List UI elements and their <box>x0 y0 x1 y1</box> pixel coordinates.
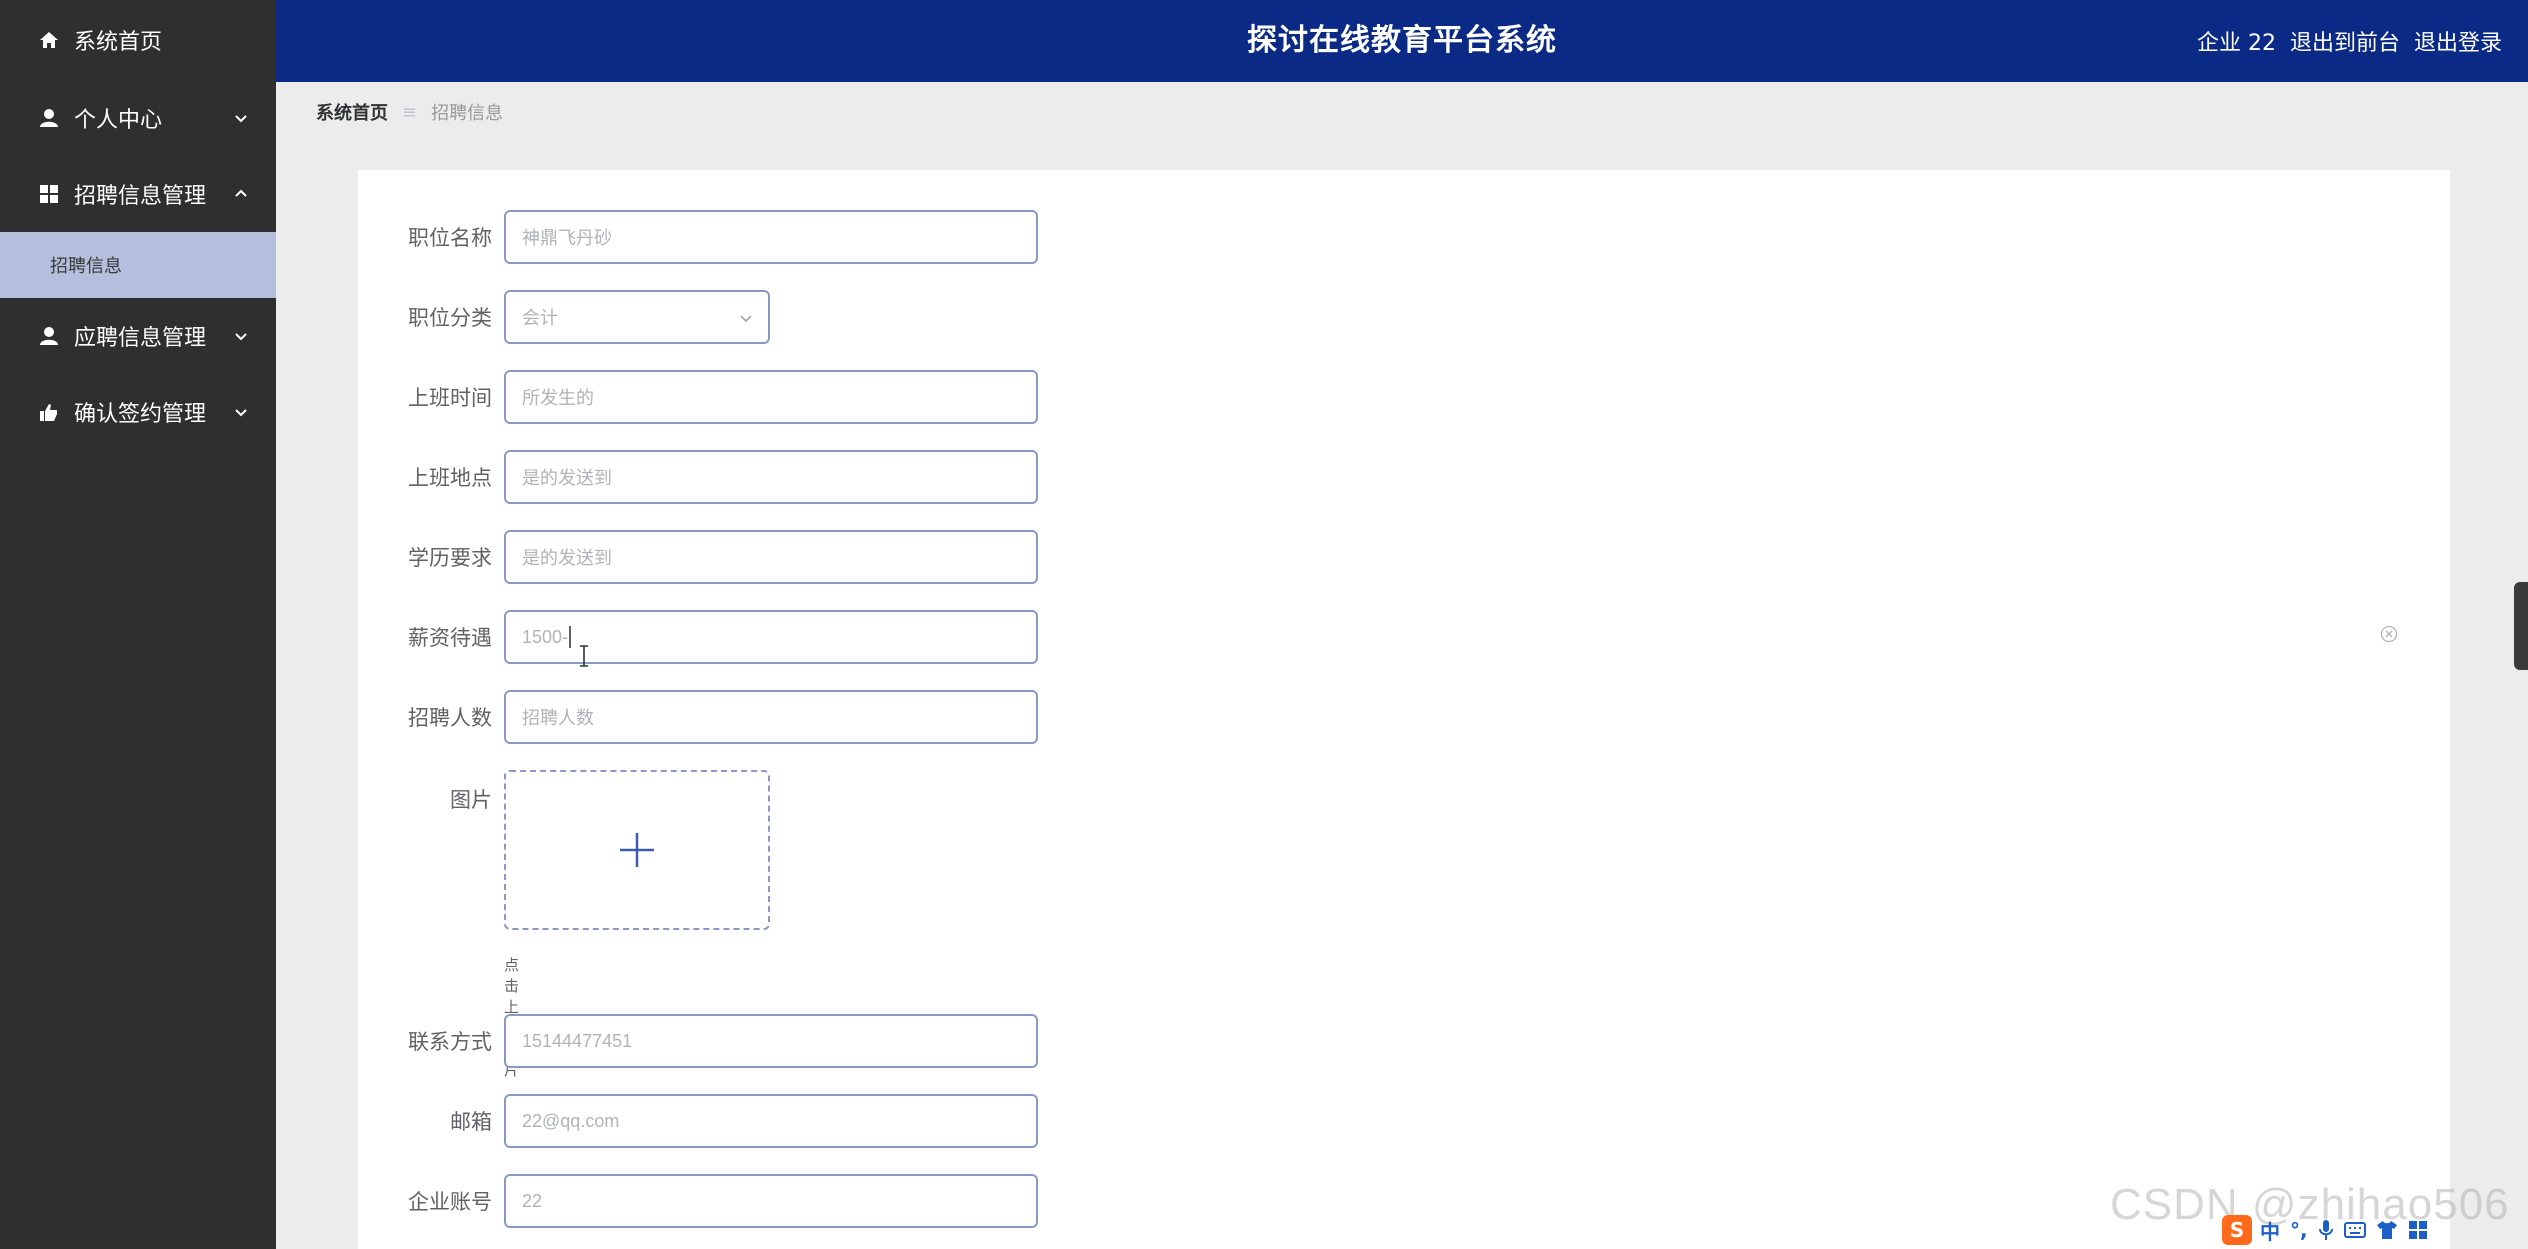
work-place-label: 上班地点 <box>408 466 492 490</box>
company-account-label: 企业账号 <box>408 1190 492 1214</box>
user-area: 企业 22 退出到前台 退出登录 <box>2183 0 2502 82</box>
sidebar-item-label: 招聘信息管理 <box>74 184 207 209</box>
microphone-icon[interactable] <box>2318 1219 2334 1241</box>
text-caret <box>569 626 572 648</box>
job-name-label: 职位名称 <box>408 226 492 250</box>
ime-mode[interactable]: 中 <box>2260 1216 2280 1245</box>
chevron-down-icon <box>235 409 247 417</box>
plus-icon <box>620 833 654 867</box>
sidebar: 系统首页 个人中心 招聘信息管理 招聘信息 应聘信息管理 确认签约管理 <box>0 0 276 1249</box>
clear-circle-icon[interactable] <box>2380 625 2398 643</box>
grid-menu-icon[interactable] <box>2408 1220 2428 1240</box>
ime-logo: S <box>2222 1215 2252 1245</box>
sidebar-item-contract-management[interactable]: 确认签约管理 <box>0 374 276 450</box>
headcount-label: 招聘人数 <box>408 706 492 730</box>
top-header: 探讨在线教育平台系统 企业 22 退出到前台 退出登录 <box>276 0 2528 82</box>
job-name-input[interactable]: 神鼎飞丹砂 <box>504 210 1038 264</box>
image-upload-box[interactable] <box>504 770 770 930</box>
sidebar-item-label: 个人中心 <box>74 108 163 133</box>
sidebar-item-application-management[interactable]: 应聘信息管理 <box>0 298 276 374</box>
ime-punctuation[interactable]: °, <box>2290 1218 2308 1242</box>
education-input[interactable]: 是的发送到 <box>504 530 1038 584</box>
sidebar-item-label: 应聘信息管理 <box>74 326 207 351</box>
sidebar-subitem-label: 招聘信息 <box>50 256 122 277</box>
chevron-up-icon <box>235 189 247 197</box>
headcount-input[interactable]: 招聘人数 <box>504 690 1038 744</box>
scrollbar-thumb[interactable] <box>2514 582 2528 670</box>
work-place-input[interactable]: 是的发送到 <box>504 450 1038 504</box>
work-time-label: 上班时间 <box>408 386 492 410</box>
breadcrumb-current: 招聘信息 <box>431 103 504 124</box>
ibeam-cursor-icon <box>580 645 588 667</box>
ime-toolbar[interactable]: S 中 °, <box>2222 1212 2438 1248</box>
company-account-input[interactable]: 22 <box>504 1174 1038 1228</box>
skin-shirt-icon[interactable] <box>2376 1220 2398 1240</box>
chevron-down-icon <box>740 315 752 323</box>
exit-to-front-link[interactable]: 退出到前台 <box>2290 25 2400 57</box>
breadcrumb: 系统首页 ≡ 招聘信息 <box>316 98 503 126</box>
contact-input[interactable]: 15144477451 <box>504 1014 1038 1068</box>
breadcrumb-separator: ≡ <box>402 101 418 123</box>
job-category-label: 职位分类 <box>408 306 492 330</box>
job-category-select[interactable]: 会计 <box>504 290 770 344</box>
sidebar-item-label: 确认签约管理 <box>74 402 207 427</box>
job-category-value: 会计 <box>522 308 558 329</box>
work-time-input[interactable]: 所发生的 <box>504 370 1038 424</box>
logout-link[interactable]: 退出登录 <box>2414 25 2502 57</box>
hand-icon <box>38 401 60 423</box>
picture-label: 图片 <box>450 788 492 812</box>
salary-value: 1500- <box>522 626 569 647</box>
education-label: 学历要求 <box>408 546 492 570</box>
user-icon <box>38 325 60 347</box>
keyboard-icon[interactable] <box>2343 1221 2366 1239</box>
salary-label: 薪资待遇 <box>408 626 492 650</box>
sidebar-item-home[interactable]: 系统首页 <box>0 0 276 80</box>
chevron-down-icon <box>235 115 247 123</box>
username: 企业 22 <box>2196 31 2276 56</box>
sidebar-item-label: 系统首页 <box>74 30 163 55</box>
form-card: 职位名称 神鼎飞丹砂 职位分类 会计 上班时间 所发生的 上班地点 是的发送到 … <box>358 170 2450 1249</box>
user-icon <box>38 107 60 129</box>
breadcrumb-home[interactable]: 系统首页 <box>316 99 388 125</box>
email-input[interactable]: 22@qq.com <box>504 1094 1038 1148</box>
email-label: 邮箱 <box>450 1110 492 1134</box>
contact-label: 联系方式 <box>408 1030 492 1054</box>
sidebar-subitem-recruitment-info[interactable]: 招聘信息 <box>0 232 276 298</box>
sidebar-item-recruitment-management[interactable]: 招聘信息管理 <box>0 156 276 232</box>
grid-icon <box>38 183 60 205</box>
sidebar-item-personal-center[interactable]: 个人中心 <box>0 80 276 156</box>
chevron-down-icon <box>235 333 247 341</box>
home-icon <box>38 29 60 51</box>
